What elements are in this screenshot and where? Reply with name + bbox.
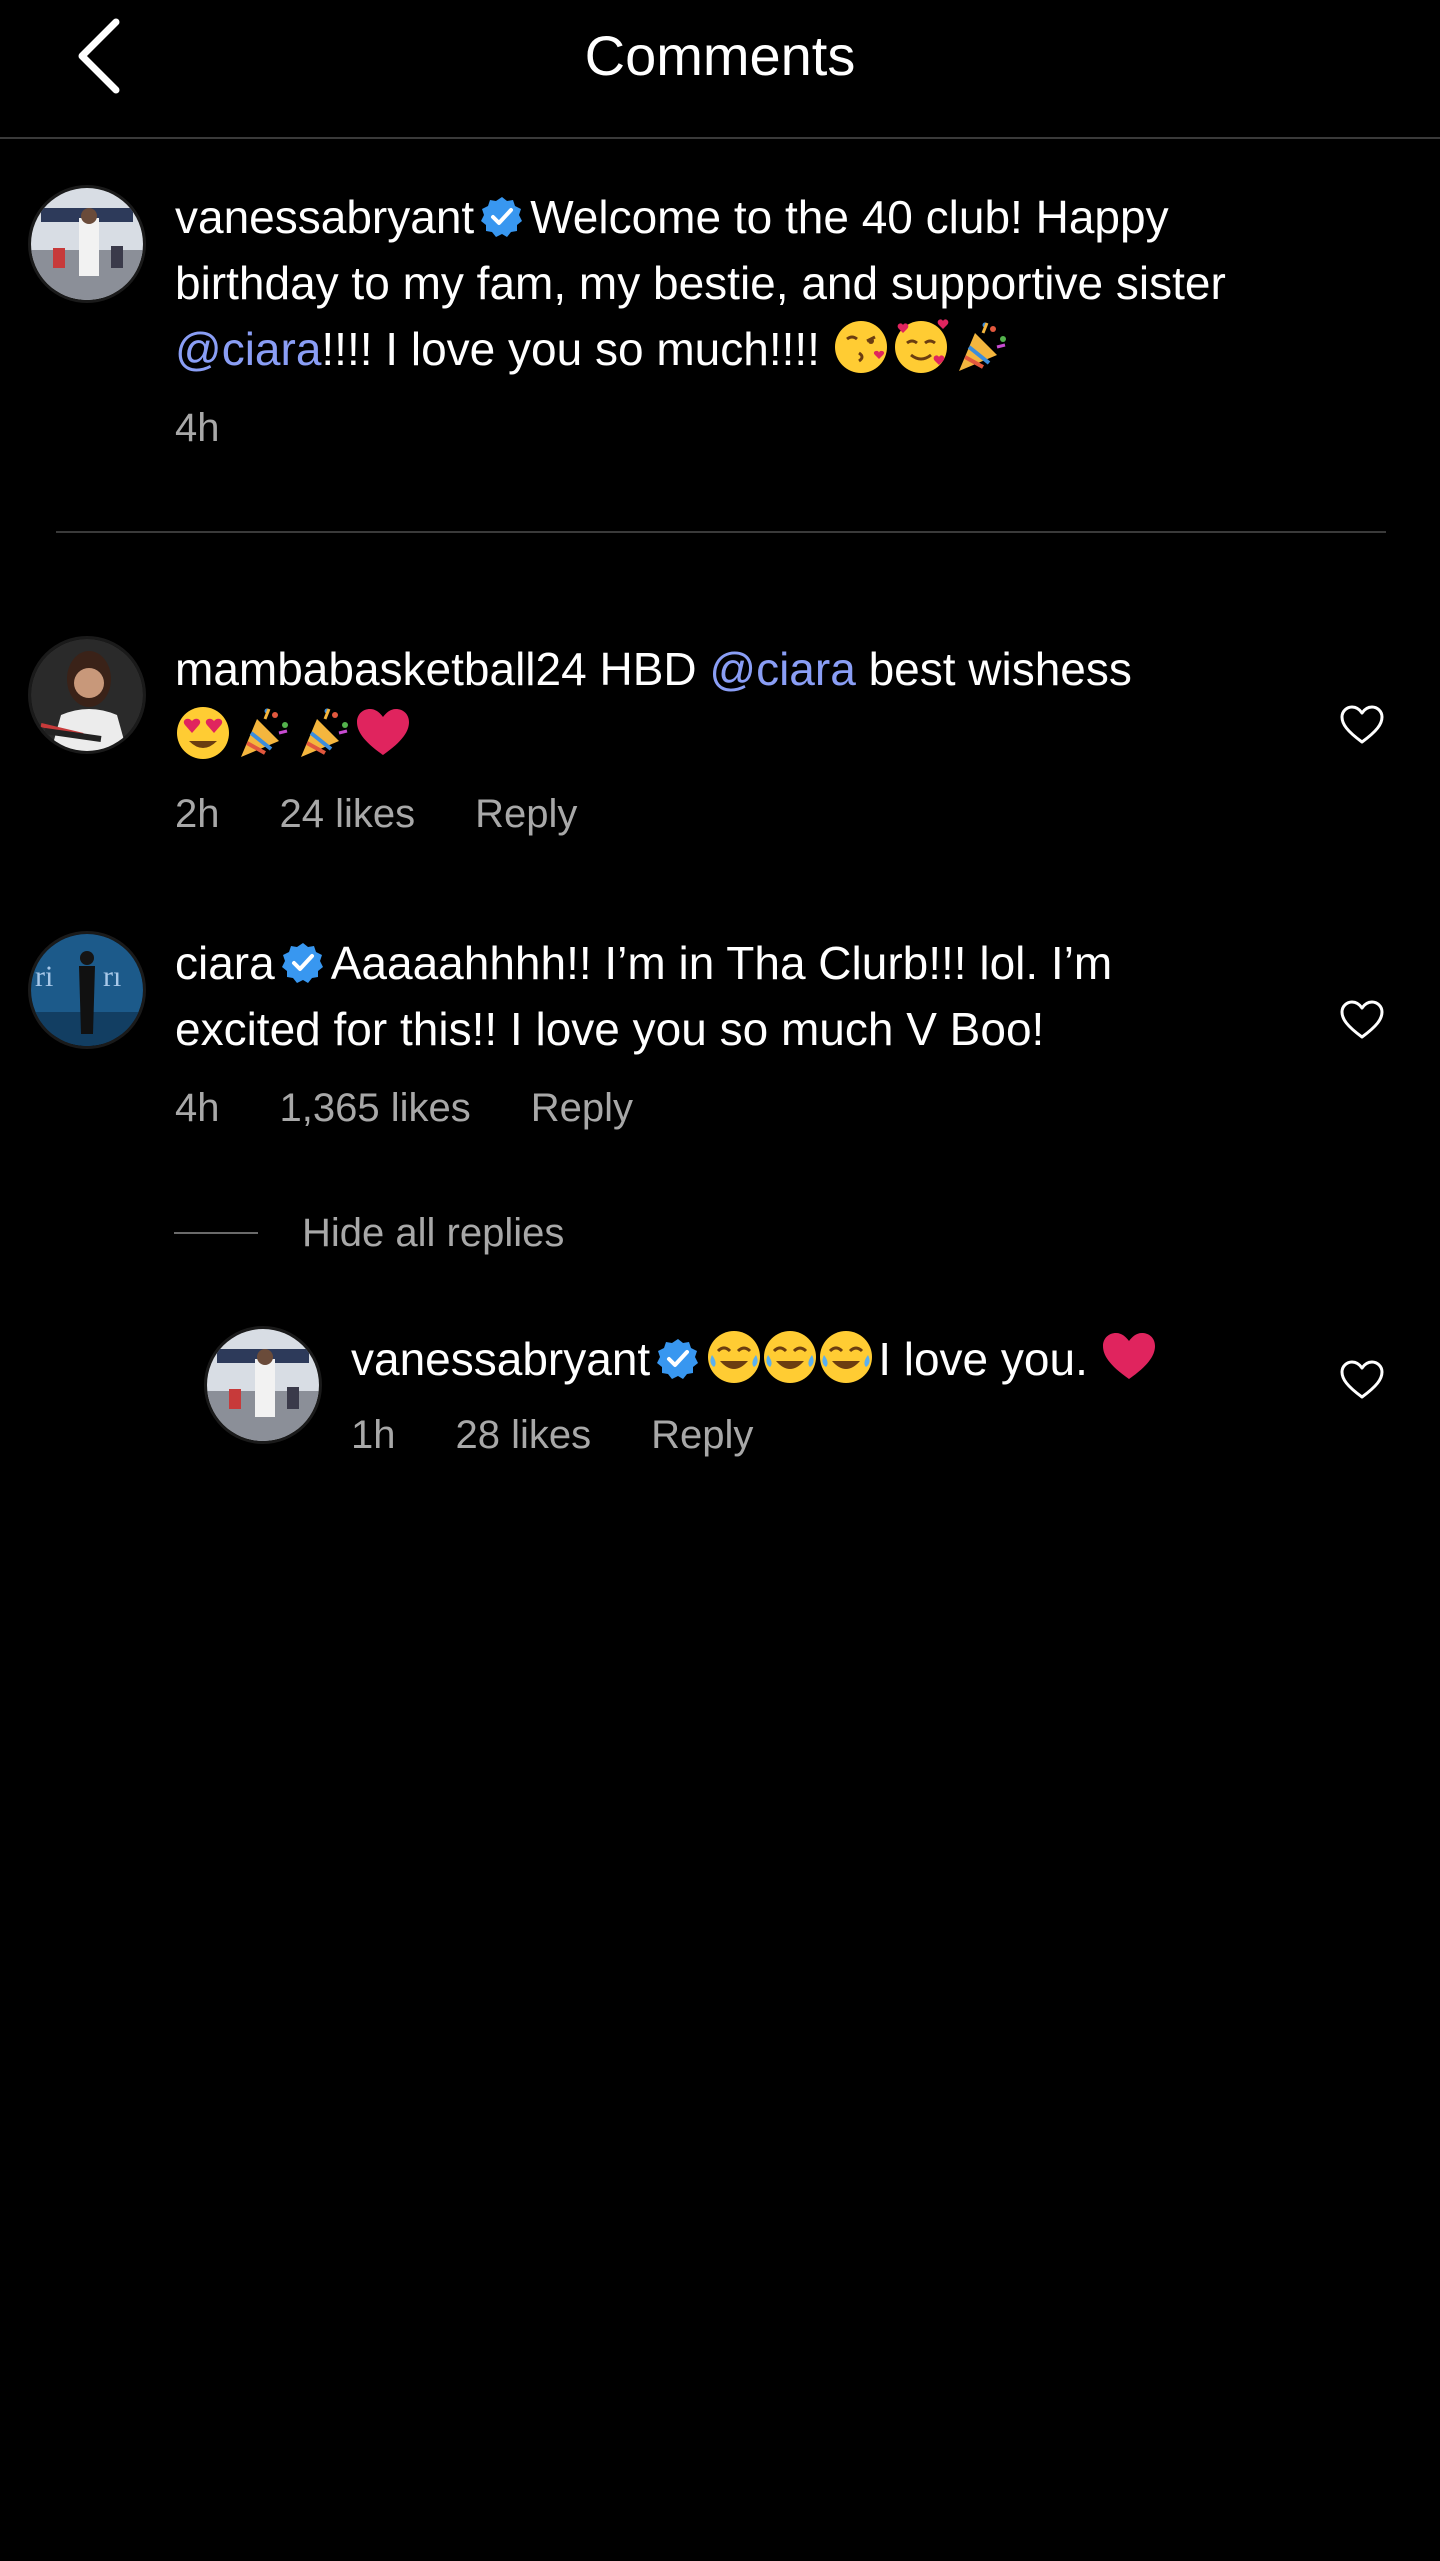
caption-meta: 4h [175, 404, 280, 452]
comment-text-prefix: HBD [599, 643, 697, 695]
party-popper-icon [239, 706, 290, 759]
reply-username[interactable]: vanessabryant [351, 1333, 650, 1385]
comment-likes[interactable]: 1,365 likes [280, 1086, 471, 1130]
caption-text: vanessabryant Welcome to the 40 club! Hap… [175, 184, 1415, 382]
reply-button[interactable]: Reply [651, 1413, 753, 1457]
comment-text: mambabasketball24 HBD @ciara best wishes… [175, 636, 1275, 768]
avatar[interactable]: ri rı [28, 931, 146, 1049]
reply-time: 1h [351, 1413, 396, 1457]
heart-eyes-icon [177, 707, 229, 759]
party-popper-icon [956, 320, 1008, 373]
comment-line-2: excited for this!! I love you so much V … [175, 1003, 1045, 1055]
verified-badge-icon [656, 1337, 701, 1381]
comment-line-1: Aaaaahhhh!! I’m in Tha Clurb!!! lol. I’m [330, 937, 1113, 989]
comment-likes[interactable]: 24 likes [280, 792, 416, 836]
comment-username[interactable]: ciara [175, 937, 275, 989]
kissing-face-icon [834, 321, 887, 373]
party-popper-icon [299, 706, 350, 759]
svg-text:ri: ri [35, 960, 53, 993]
caption-time: 4h [175, 406, 220, 450]
avatar[interactable] [204, 1326, 322, 1444]
reply-likes[interactable]: 28 likes [456, 1413, 592, 1457]
header-bar: Comments [0, 0, 1440, 139]
page-title: Comments [584, 24, 856, 87]
caption-mention[interactable]: @ciara [175, 323, 321, 375]
reply-message: I love you. [878, 1333, 1088, 1385]
red-heart-icon [1102, 1333, 1155, 1379]
reply-meta: 1h 28 likes Reply [351, 1411, 813, 1459]
caption-line-3: !!!! I love you so much!!!! [321, 323, 820, 375]
comment-username[interactable]: mambabasketball24 [175, 643, 587, 695]
avatar[interactable] [28, 636, 146, 754]
reply-text: vanessabryant I love you. [351, 1326, 1331, 1392]
caption-line-2: birthday to my fam, my bestie, and suppo… [175, 257, 1226, 309]
comment-text-suffix: best wishess [868, 643, 1132, 695]
comment-time: 4h [175, 1086, 220, 1130]
caption-line-1: Welcome to the 40 club! Happy [530, 191, 1169, 243]
svg-text:rı: rı [103, 960, 121, 993]
reply-button[interactable]: Reply [531, 1086, 633, 1130]
heart-outline-icon[interactable] [1339, 1000, 1385, 1040]
comment-mention[interactable]: @ciara [709, 643, 855, 695]
comment-time: 2h [175, 792, 220, 836]
hide-replies-line [174, 1232, 258, 1234]
red-heart-icon [357, 709, 409, 755]
comment-text: ciara Aaaaahhhh!! I’m in Tha Clurb!!! lol… [175, 930, 1275, 1062]
hide-replies-label: Hide all replies [302, 1210, 565, 1255]
tears-of-joy-icon [764, 1331, 817, 1383]
caption-username[interactable]: vanessabryant [175, 191, 474, 243]
avatar[interactable] [28, 185, 146, 303]
tears-of-joy-icon [708, 1331, 761, 1383]
smiling-face-with-hearts-icon [894, 319, 949, 373]
heart-outline-icon[interactable] [1339, 705, 1385, 745]
verified-badge-icon [280, 941, 325, 985]
comment-meta: 2h 24 likes Reply [175, 790, 637, 838]
tears-of-joy-icon [820, 1331, 873, 1383]
hide-replies-button[interactable]: Hide all replies [174, 1205, 564, 1261]
divider [56, 531, 1386, 533]
comment-meta: 4h 1,365 likes Reply [175, 1084, 693, 1132]
reply-button[interactable]: Reply [475, 792, 577, 836]
heart-outline-icon[interactable] [1339, 1360, 1385, 1400]
verified-badge-icon [480, 195, 525, 239]
